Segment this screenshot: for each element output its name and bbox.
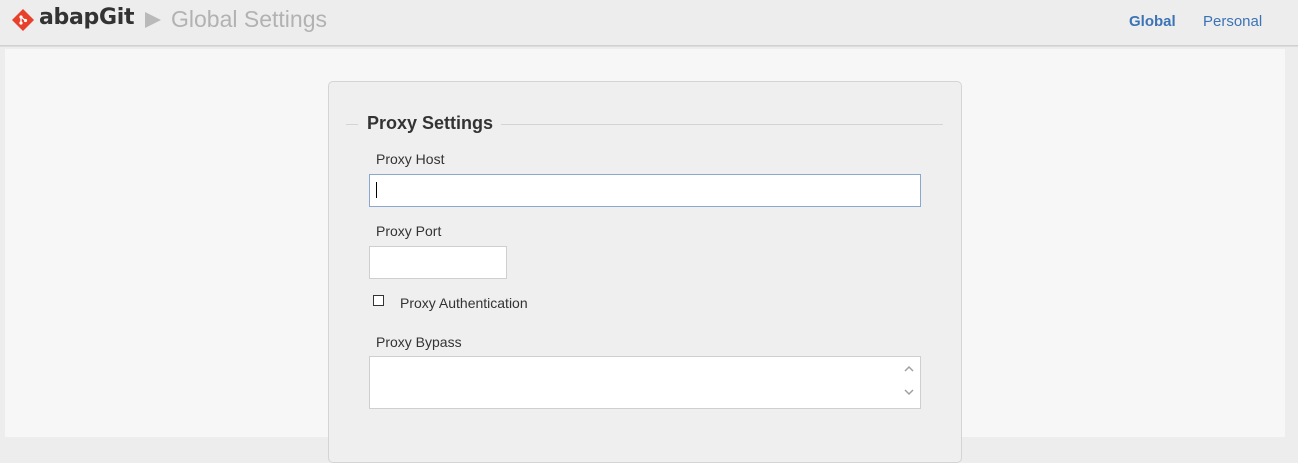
proxy-host-label: Proxy Host [376,151,445,167]
proxy-port-label: Proxy Port [376,223,442,239]
text-cursor [376,182,377,198]
nav-global-link[interactable]: Global [1129,13,1176,30]
page-title: Global Settings [171,6,327,32]
brand-name[interactable]: abapGit [39,5,135,30]
proxy-authentication-label[interactable]: Proxy Authentication [400,295,528,311]
git-logo-icon [12,9,34,31]
proxy-bypass-textarea[interactable] [369,356,921,409]
scroll-down-arrow-icon[interactable] [904,387,914,397]
breadcrumb-separator-icon [145,12,161,28]
scroll-up-arrow-icon[interactable] [904,364,914,374]
header-divider [0,46,1298,47]
proxy-bypass-label: Proxy Bypass [376,334,462,350]
proxy-settings-legend: Proxy Settings [367,113,494,133]
header-bar: abapGit Global Settings Global Personal [0,0,1298,46]
fieldset-border-left [346,124,358,125]
proxy-port-input[interactable] [369,246,507,279]
nav-personal-link[interactable]: Personal [1203,13,1262,30]
fieldset-border-right [501,124,943,125]
proxy-host-input[interactable] [369,174,921,207]
proxy-authentication-checkbox[interactable] [373,295,384,306]
